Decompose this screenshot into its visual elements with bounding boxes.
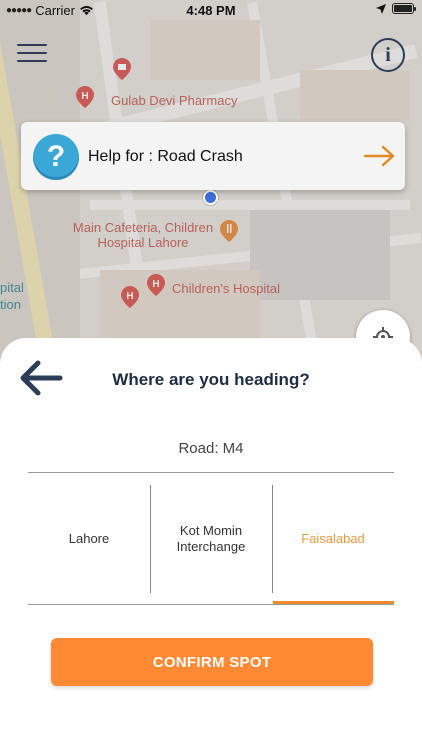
current-location-dot <box>203 190 218 205</box>
battery-icon <box>392 3 416 14</box>
sheet-title: Where are you heading? <box>112 370 310 389</box>
hamburger-line <box>17 60 47 62</box>
question-icon: ? <box>33 134 79 180</box>
selected-indicator <box>273 601 394 604</box>
hamburger-line <box>17 52 47 54</box>
divider <box>28 604 394 605</box>
confirm-spot-button[interactable]: CONFIRM SPOT <box>51 638 373 686</box>
option-label: Kot Momin Interchange <box>176 523 246 554</box>
status-bar: ●●●●● Carrier 4:48 PM <box>0 0 422 22</box>
status-right <box>376 3 416 14</box>
info-icon: i <box>385 43 391 66</box>
option-faisalabad[interactable]: Faisalabad <box>272 473 394 605</box>
road-label: Road: M4 <box>178 440 244 457</box>
option-kot-momin-interchange[interactable]: Kot Momin Interchange <box>150 473 272 605</box>
hamburger-line <box>17 44 47 46</box>
destination-options: Lahore Kot Momin Interchange Faisalabad <box>28 473 394 605</box>
status-time: 4:48 PM <box>186 3 236 18</box>
location-arrow-icon <box>376 3 386 14</box>
arrow-right-icon[interactable] <box>363 144 397 168</box>
battery-fill <box>394 5 412 12</box>
help-text: Help for : Road Crash <box>88 148 243 165</box>
destination-sheet: Where are you heading? Road: M4 Lahore K… <box>0 338 422 750</box>
option-lahore[interactable]: Lahore <box>28 473 150 605</box>
menu-button[interactable] <box>17 44 47 64</box>
help-card[interactable]: ? Help for : Road Crash <box>21 122 405 190</box>
info-button[interactable]: i <box>371 38 405 72</box>
